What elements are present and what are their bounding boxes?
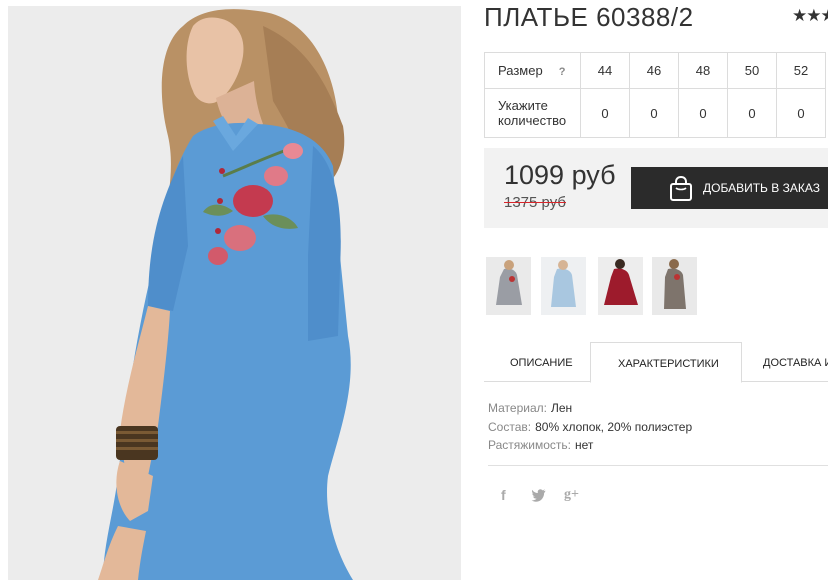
quantity-label: Укажите количество (484, 88, 581, 138)
current-price: 1099 руб (504, 160, 616, 190)
buy-box: 1099 руб 1375 руб ДОБАВИТЬ В ЗАКАЗ (484, 148, 828, 228)
quantity-row: Укажите количество 0 0 0 0 0 (484, 88, 826, 138)
product-title: ПЛАТЬЕ 60388/2 (484, 2, 694, 32)
size-option[interactable]: 46 (629, 52, 679, 89)
thumbnail-gray-dress[interactable] (486, 257, 531, 315)
spec-name: Материал: (488, 401, 547, 415)
quantity-input[interactable]: 0 (580, 88, 630, 138)
spec-row: Состав: 80% хлопок, 20% полиэстер (488, 418, 692, 437)
size-option[interactable]: 52 (776, 52, 826, 89)
characteristics-list: Материал: Лен Состав: 80% хлопок, 20% поли… (488, 399, 692, 455)
section-divider (488, 465, 828, 466)
spec-value: 80% хлопок, 20% полиэстер (535, 419, 693, 434)
quantity-input[interactable]: 0 (629, 88, 679, 138)
size-quantity-table: Размер? 44 46 48 50 52 Укажите количеств… (484, 52, 826, 138)
size-option[interactable]: 48 (678, 52, 728, 89)
twitter-icon[interactable] (531, 489, 546, 502)
facebook-icon[interactable]: f (501, 487, 506, 503)
quantity-input[interactable]: 0 (678, 88, 728, 138)
tab-description[interactable]: ОПИСАНИЕ (484, 342, 590, 382)
spec-value: Лен (550, 401, 573, 415)
thumbnail-light-blue-dress[interactable] (541, 257, 586, 315)
spec-name: Растяжимость: (488, 438, 572, 452)
tab-characteristics-label: ХАРАКТЕРИСТИКИ (618, 358, 719, 370)
google-plus-icon[interactable]: g+ (564, 487, 579, 503)
add-to-order-button[interactable]: ДОБАВИТЬ В ЗАКАЗ (631, 167, 828, 209)
help-icon[interactable]: ? (559, 66, 566, 78)
tab-delivery[interactable]: ДОСТАВКА И (742, 342, 828, 382)
size-row: Размер? 44 46 48 50 52 (484, 52, 826, 89)
spec-row: Материал: Лен (488, 399, 692, 418)
quantity-input[interactable]: 0 (727, 88, 777, 138)
add-to-order-label: ДОБАВИТЬ В ЗАКАЗ (703, 181, 820, 195)
rating-stars[interactable]: ★★★ (792, 6, 828, 26)
product-main-photo[interactable] (8, 6, 461, 580)
shopping-bag-icon (670, 176, 692, 201)
thumbnail-brown-dress[interactable] (652, 257, 697, 315)
thumbnail-burgundy-dress[interactable] (598, 257, 643, 315)
size-option[interactable]: 50 (727, 52, 777, 89)
old-price: 1375 руб (504, 194, 566, 211)
product-info-tabs: ОПИСАНИЕ ХАРАКТЕРИСТИКИ ДОСТАВКА И (484, 342, 828, 383)
size-option[interactable]: 44 (580, 52, 630, 89)
quantity-input[interactable]: 0 (776, 88, 826, 138)
size-label-cell: Размер? (484, 52, 581, 89)
spec-row: Растяжимость: нет (488, 436, 692, 455)
size-label: Размер (498, 63, 543, 78)
tab-characteristics[interactable]: ХАРАКТЕРИСТИКИ (590, 342, 742, 383)
spec-value: нет (575, 438, 594, 452)
tab-delivery-label: ДОСТАВКА И (763, 357, 828, 369)
spec-name: Состав: (488, 419, 532, 434)
tab-description-label: ОПИСАНИЕ (510, 357, 573, 369)
